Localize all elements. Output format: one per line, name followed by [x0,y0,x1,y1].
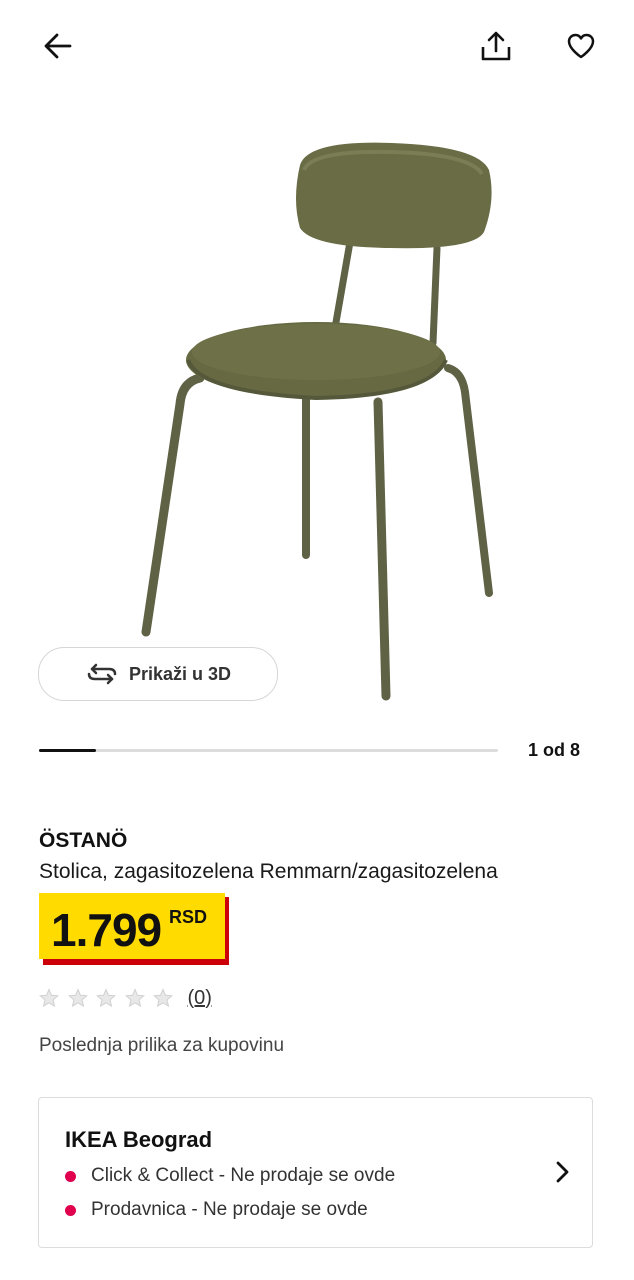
price-value: 1.799 [51,904,162,956]
gallery-counter: 1 od 8 [527,740,580,760]
availability-store: Prodavnica - Ne prodaje se ovde [65,1199,368,1221]
star-icon [124,988,145,1008]
share-icon [481,31,511,61]
status-dot [65,1204,76,1216]
status-dot [65,1170,76,1182]
arrow-left-icon [44,33,72,59]
price-currency: RSD [169,907,208,927]
review-count-link[interactable]: (0) [188,987,212,1010]
product-image[interactable] [0,92,634,712]
product-name: ÖSTANÖ [39,829,128,852]
availability-text: Prodavnica - Ne prodaje se ovde [91,1199,368,1220]
gallery-progress-fill [39,749,97,752]
share-button[interactable] [472,22,520,70]
heart-icon [567,33,595,59]
view-3d-button[interactable]: Prikaži u 3D [38,647,278,701]
view-3d-label: Prikaži u 3D [128,663,232,684]
product-description: Stolica, zagasitozelena Remmarn/zagasito… [39,860,498,883]
rating[interactable]: (0) [39,985,212,1011]
top-bar [0,0,634,92]
back-button[interactable] [34,22,82,70]
star-icon [67,988,88,1008]
favorite-button[interactable] [557,22,605,70]
star-icon [153,988,173,1008]
star-icon [39,988,59,1008]
price-tag: 1.799 RSD [39,893,229,965]
gallery-progress [39,749,498,752]
chevron-right-icon [556,1161,569,1183]
availability-text: Click & Collect - Ne prodaje se ovde [91,1165,396,1186]
last-chance-note: Poslednja prilika za kupovinu [39,1035,285,1056]
rotate-3d-icon [87,663,117,685]
price-tag-box: 1.799 RSD [39,893,225,959]
star-icon [96,988,116,1008]
chair-image [141,142,493,701]
store-availability-card[interactable]: IKEA Beograd Click & Collect - Ne prodaj… [38,1097,593,1248]
availability-click-collect: Click & Collect - Ne prodaje se ovde [65,1165,395,1187]
store-name: IKEA Beograd [65,1127,213,1152]
